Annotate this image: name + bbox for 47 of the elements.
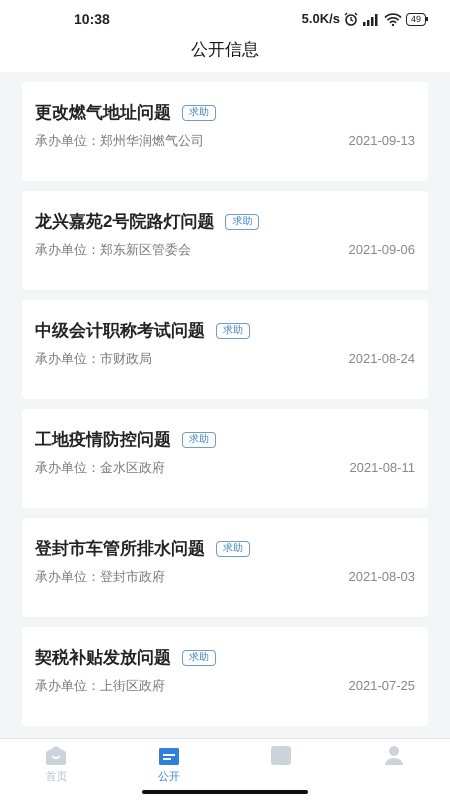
issue-title: 龙兴嘉苑2号院路灯问题 <box>35 211 214 233</box>
issue-card[interactable]: 工地疫情防控问题 求助 承办单位：金水区政府 2021-08-11 <box>22 409 428 508</box>
unit-name: 上街区政府 <box>100 677 165 695</box>
help-tag: 求助 <box>182 650 216 666</box>
signal-icon <box>362 12 380 26</box>
issue-title: 更改燃气地址问题 <box>35 102 171 124</box>
issue-title: 中级会计职称考试问题 <box>35 320 205 342</box>
unit-name: 金水区政府 <box>100 459 165 477</box>
issue-date: 2021-09-13 <box>348 132 415 150</box>
issue-card[interactable]: 登封市车管所排水问题 求助 承办单位：登封市政府 2021-08-03 <box>22 518 428 617</box>
issue-title: 登封市车管所排水问题 <box>35 538 205 560</box>
wifi-icon <box>384 12 402 26</box>
issue-card[interactable]: 契税补贴发放问题 求助 承办单位：上街区政府 2021-07-25 <box>22 627 428 726</box>
unit-label: 承办单位： <box>35 132 100 150</box>
status-time: 10:38 <box>74 10 110 28</box>
help-tag: 求助 <box>216 541 250 557</box>
issue-date: 2021-08-11 <box>349 459 415 477</box>
unit-label: 承办单位： <box>35 677 100 695</box>
unit-label: 承办单位： <box>35 350 100 368</box>
issue-date: 2021-08-03 <box>348 568 415 586</box>
person-icon <box>382 745 405 765</box>
home-icon <box>45 745 68 765</box>
help-tag: 求助 <box>182 432 216 448</box>
issue-date: 2021-09-06 <box>348 241 415 259</box>
battery-icon: 49 <box>406 12 428 26</box>
issue-date: 2021-08-24 <box>348 350 415 368</box>
unit-name: 市财政局 <box>100 350 152 368</box>
unit-label: 承办单位： <box>35 241 100 259</box>
unit-name: 郑州华润燃气公司 <box>100 132 204 150</box>
unit-name: 登封市政府 <box>100 568 165 586</box>
issue-date: 2021-07-25 <box>348 677 415 695</box>
issue-title: 契税补贴发放问题 <box>35 647 171 669</box>
unit-label: 承办单位： <box>35 568 100 586</box>
issue-card[interactable]: 龙兴嘉苑2号院路灯问题 求助 承办单位：郑东新区管委会 2021-09-06 <box>22 191 428 290</box>
page-title: 公开信息 <box>191 39 259 61</box>
unit-name: 郑东新区管委会 <box>100 241 191 259</box>
issue-card[interactable]: 更改燃气地址问题 求助 承办单位：郑州华润燃气公司 2021-09-13 <box>22 82 428 181</box>
issue-title: 工地疫情防控问题 <box>35 429 171 451</box>
help-tag: 求助 <box>225 214 260 230</box>
unit-label: 承办单位： <box>35 459 100 477</box>
alarm-icon <box>344 12 358 26</box>
issue-card[interactable]: 中级会计职称考试问题 求助 承办单位：市财政局 2021-08-24 <box>22 300 428 399</box>
help-tag: 求助 <box>216 323 250 339</box>
notice-board-icon <box>158 745 180 765</box>
help-tag: 求助 <box>182 105 216 121</box>
tab-item[interactable]: 公开 <box>112 745 225 800</box>
network-speed: 5.0K/s <box>302 10 340 28</box>
